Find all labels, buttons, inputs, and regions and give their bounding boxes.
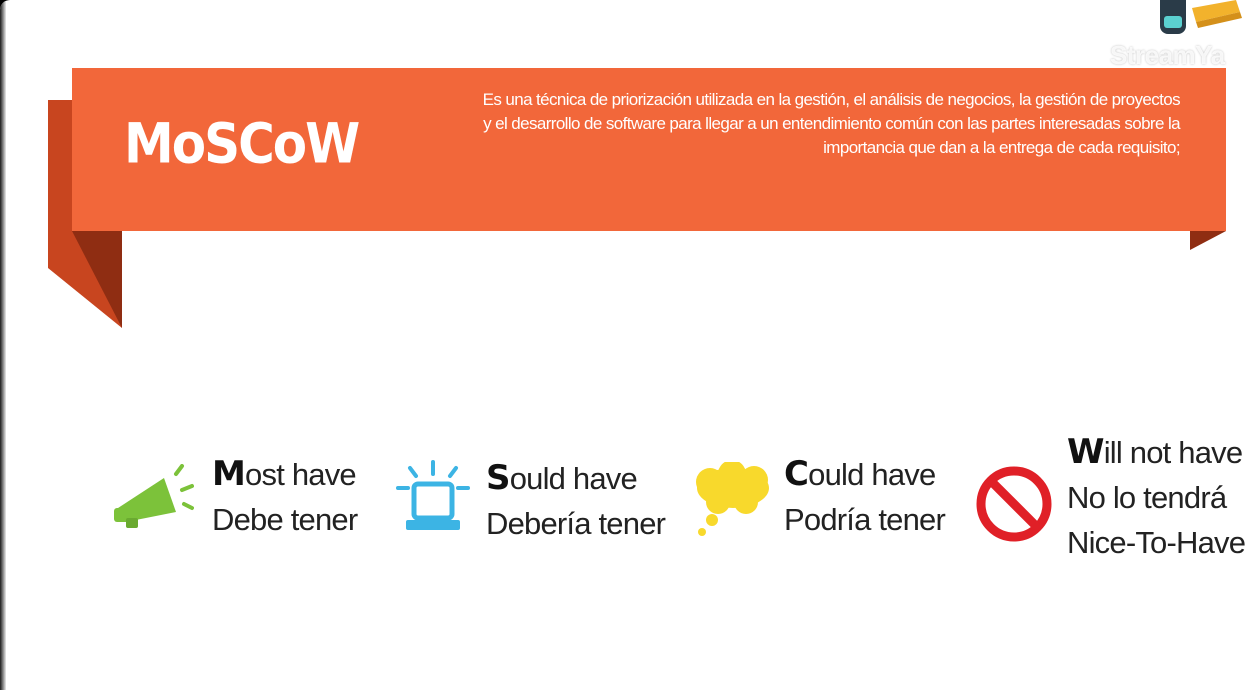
description-text: Es una técnica de priorización utilizada…: [482, 90, 1181, 157]
item-must-have-title: Most have: [212, 452, 357, 497]
page-title: MoSCoW: [124, 112, 360, 176]
item-could-have: Could have Podría tener: [784, 452, 946, 542]
item-subtitle: Debe tener: [212, 502, 358, 537]
item-should-have: Sould have Debería tener: [486, 456, 666, 546]
item-could-have-title: Could have: [784, 452, 945, 497]
megaphone-icon: [114, 464, 194, 528]
item-title-rest: ould have: [509, 461, 638, 496]
item-should-have-title: Sould have: [486, 456, 665, 501]
thought-cloud-icon: [696, 462, 769, 536]
item-subtitle: Podría tener: [784, 502, 946, 537]
siren-icon: [396, 460, 470, 530]
item-lead-letter: W: [1067, 432, 1104, 472]
item-title-rest: ost have: [245, 457, 357, 492]
slide: MoSCoW Es una técnica de priorización ut…: [0, 0, 1258, 690]
item-will-not-have: Will not have No lo tendrá Nice-To-Have: [1067, 430, 1246, 565]
item-subtitle: No lo tendrá: [1067, 480, 1227, 515]
item-title-rest: ill not have: [1103, 435, 1243, 470]
item-lead-letter: C: [784, 454, 809, 494]
item-lead-letter: S: [486, 458, 510, 498]
ribbon-right-shadow: [1190, 231, 1226, 250]
item-subtitle: Debería tener: [486, 506, 666, 541]
item-title-rest: ould have: [808, 457, 936, 492]
watermark: StreamYa: [1110, 40, 1225, 70]
item-must-have: Most have Debe tener: [212, 452, 358, 542]
streamyard-logo-icon: [1160, 0, 1242, 34]
item-note: Nice-To-Have: [1067, 525, 1246, 560]
item-will-not-have-title: Will not have: [1067, 430, 1245, 475]
item-lead-letter: M: [212, 454, 246, 494]
prohibited-icon: [976, 466, 1052, 542]
